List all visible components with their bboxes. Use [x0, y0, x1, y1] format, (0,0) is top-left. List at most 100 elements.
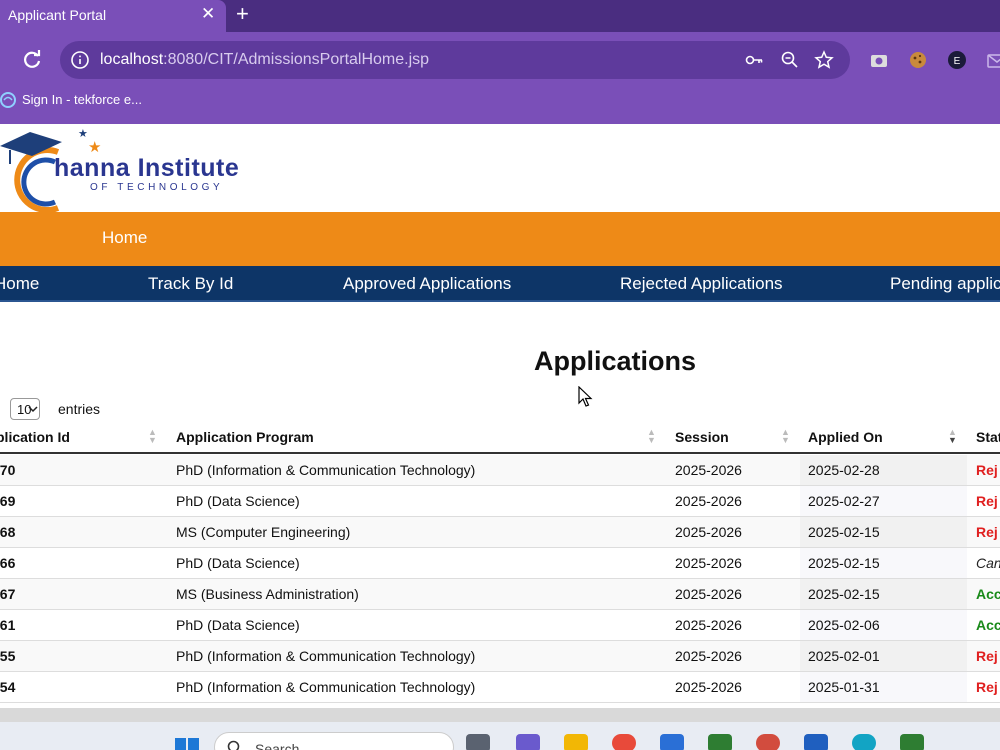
cell-applied-on: 2025-02-06 [808, 617, 880, 633]
col-application-program[interactable]: Application Program [176, 429, 314, 445]
browser-toolbar: localhost:8080/CIT/AdmissionsPortalHome.… [0, 32, 1000, 88]
cell-session: 2025-2026 [675, 555, 742, 571]
word-icon[interactable] [804, 734, 828, 750]
cell-program: MS (Business Administration) [176, 586, 359, 602]
show-entries-suffix: entries [58, 401, 101, 417]
cell-status: Rej [976, 679, 998, 695]
sort-icon[interactable]: ▲ ▼ [148, 428, 157, 445]
bookmarks-bar: Sign In - tekforce e... [0, 88, 1000, 124]
svg-text:★: ★ [78, 127, 88, 140]
cell-application-id: 068 [0, 524, 16, 540]
app-icon[interactable] [708, 734, 732, 750]
chrome-profile-icon[interactable] [756, 734, 780, 750]
cell-session: 2025-2026 [675, 493, 742, 509]
windows-start-icon[interactable] [174, 736, 200, 750]
task-view-icon[interactable] [466, 734, 490, 750]
sort-icon[interactable]: ▲ ▼ [781, 428, 790, 445]
nav-home[interactable]: Home [0, 274, 39, 294]
sort-desc-icon[interactable]: ▲ ▼ [948, 428, 957, 445]
cell-application-id: 054 [0, 679, 16, 695]
url-text[interactable]: localhost:8080/CIT/AdmissionsPortalHome.… [100, 51, 429, 69]
close-tab-icon[interactable]: ✕ [201, 4, 215, 24]
cell-applied-on: 2025-02-15 [808, 524, 880, 540]
file-explorer-icon[interactable] [564, 734, 588, 750]
cell-application-id: 055 [0, 648, 16, 664]
table-row[interactable]: 068 MS (Computer Engineering) 2025-2026 202… [0, 517, 1000, 548]
cell-applied-on: 2025-02-15 [808, 555, 880, 571]
profile-extension-icon[interactable]: E [946, 49, 968, 71]
cookie-extension-icon[interactable] [907, 49, 929, 71]
chrome-icon[interactable] [612, 734, 636, 750]
new-tab-icon[interactable]: + [236, 2, 249, 26]
cell-applied-on: 2025-02-28 [808, 462, 880, 478]
cell-applied-on: 2025-02-15 [808, 586, 880, 602]
bookmark-favicon-icon [0, 92, 16, 108]
url-path: :8080/CIT/AdmissionsPortalHome.jsp [163, 51, 430, 68]
bookmark-star-icon[interactable] [814, 50, 834, 70]
copilot-icon[interactable] [516, 734, 540, 750]
nav-approved-applications[interactable]: Approved Applications [343, 274, 511, 294]
screen: Applicant Portal ✕ + localhost:8080/CIT/… [0, 0, 1000, 750]
edge-icon[interactable] [852, 734, 876, 750]
site-info-icon[interactable] [70, 50, 90, 70]
cell-status: Can [976, 555, 1000, 571]
sort-icon[interactable]: ▲ ▼ [647, 428, 656, 445]
vscode-icon[interactable] [660, 734, 684, 750]
cell-session: 2025-2026 [675, 586, 742, 602]
windows-taskbar: Search [0, 722, 1000, 750]
password-key-icon[interactable] [744, 50, 764, 70]
taskbar-search-box[interactable]: Search [214, 732, 454, 750]
cell-session: 2025-2026 [675, 648, 742, 664]
top-nav-home-link[interactable]: Home [102, 228, 147, 248]
zoom-icon[interactable] [780, 50, 800, 70]
cell-status: Rej [976, 462, 998, 478]
mail-extension-icon[interactable] [986, 49, 1000, 71]
browser-tab[interactable]: Applicant Portal ✕ [0, 0, 226, 32]
nav-pending-applications[interactable]: Pending applic [890, 274, 1000, 294]
taskbar-search-placeholder: Search [255, 741, 300, 750]
horizontal-scrollbar[interactable] [0, 708, 1000, 722]
cell-program: PhD (Data Science) [176, 555, 300, 571]
table-row[interactable]: 067 MS (Business Administration) 2025-2026… [0, 579, 1000, 610]
table-row[interactable]: 069 PhD (Data Science) 2025-2026 2025-02-27… [0, 486, 1000, 517]
table-row[interactable]: 055 PhD (Information & Communication Tech… [0, 641, 1000, 672]
address-bar[interactable]: localhost:8080/CIT/AdmissionsPortalHome.… [60, 41, 850, 79]
cell-program: PhD (Information & Communication Technol… [176, 648, 476, 664]
cell-session: 2025-2026 [675, 524, 742, 540]
table-header: plication Id ▲ ▼ Application Program ▲ ▼ S… [0, 422, 1000, 454]
cell-application-id: 069 [0, 493, 16, 509]
cell-applied-on: 2025-02-01 [808, 648, 880, 664]
browser-tab-bar: Applicant Portal ✕ + [0, 0, 1000, 32]
col-application-id[interactable]: plication Id [0, 429, 70, 445]
table-row[interactable]: 070 PhD (Information & Communication Tech… [0, 455, 1000, 486]
svg-text:E: E [954, 56, 961, 67]
cell-application-id: 067 [0, 586, 16, 602]
nav-track-by-id[interactable]: Track By Id [148, 274, 233, 294]
cell-application-id: 061 [0, 617, 16, 633]
bookmark-sign-in[interactable]: Sign In - tekforce e... [22, 92, 142, 107]
institute-subtitle: OF TECHNOLOGY [90, 182, 224, 193]
table-row[interactable]: 061 PhD (Data Science) 2025-2026 2025-02-06… [0, 610, 1000, 641]
col-session[interactable]: Session [675, 429, 729, 445]
nav-rejected-applications[interactable]: Rejected Applications [620, 274, 783, 294]
table-row[interactable]: 066 PhD (Data Science) 2025-2026 2025-02-15… [0, 548, 1000, 579]
camera-extension-icon[interactable] [868, 49, 890, 71]
cell-status: Rej [976, 524, 998, 540]
cell-session: 2025-2026 [675, 617, 742, 633]
cell-session: 2025-2026 [675, 679, 742, 695]
chevron-down-icon [28, 406, 38, 413]
mouse-cursor-icon [578, 386, 593, 407]
cell-program: PhD (Information & Communication Technol… [176, 462, 476, 478]
cell-status: Rej [976, 648, 998, 664]
app-icon[interactable] [900, 734, 924, 750]
top-nav-bar: Home [0, 212, 1000, 266]
col-applied-on[interactable]: Applied On [808, 429, 883, 445]
col-status[interactable]: Stat [976, 429, 1000, 445]
reload-icon[interactable] [20, 48, 44, 72]
url-host: localhost [100, 51, 164, 68]
cell-status: Acc [976, 617, 1000, 633]
cell-application-id: 070 [0, 462, 16, 478]
cell-program: PhD (Data Science) [176, 493, 300, 509]
table-row[interactable]: 054 PhD (Information & Communication Tech… [0, 672, 1000, 703]
cell-program: PhD (Data Science) [176, 617, 300, 633]
